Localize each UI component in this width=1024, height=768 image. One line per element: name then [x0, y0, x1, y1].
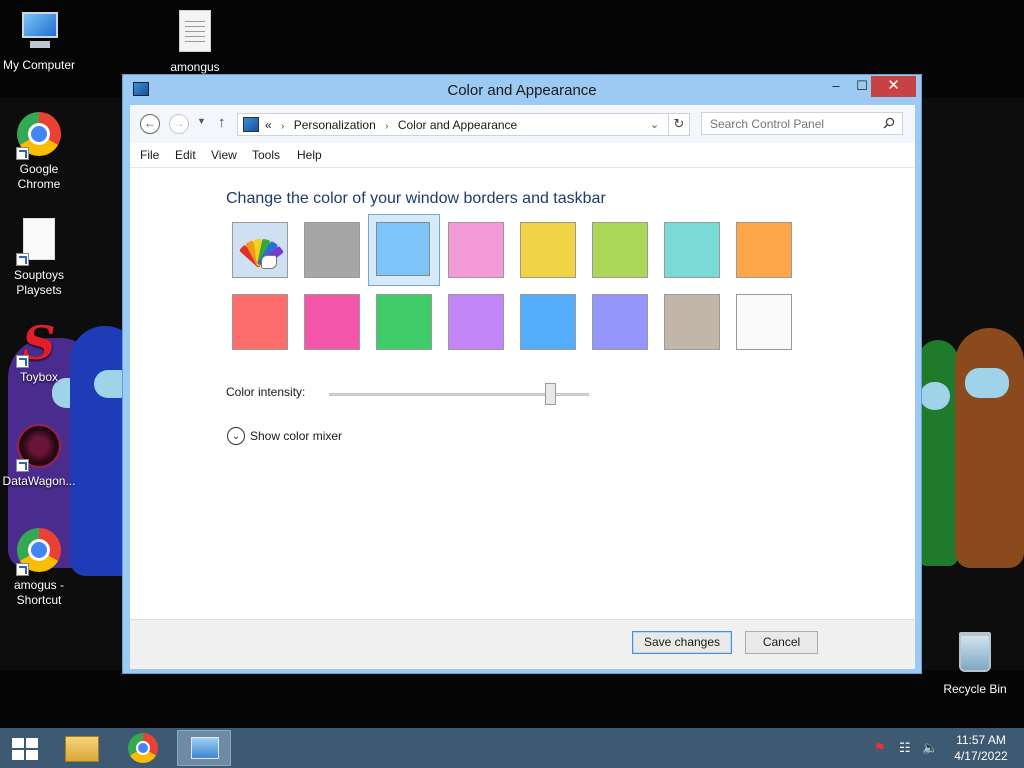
search-icon[interactable]: [883, 117, 895, 132]
show-color-mixer-label: Show color mixer: [250, 429, 343, 443]
color-swatch[interactable]: [448, 222, 504, 278]
desktop-icon-amogus-shortcut[interactable]: amogus - Shortcut: [0, 528, 78, 608]
search-box[interactable]: [701, 112, 903, 135]
address-dropdown-chevron-icon[interactable]: ⌄: [650, 118, 659, 131]
color-swatch[interactable]: [736, 222, 792, 278]
desktop-icon-google-chrome[interactable]: Google Chrome: [0, 112, 78, 192]
color-palette-icon: [239, 233, 284, 269]
shortcut-arrow-icon: [16, 355, 29, 368]
title-bar[interactable]: Color and Appearance – ☐ ✕: [123, 75, 921, 105]
clock-time: 11:57 AM: [956, 733, 1006, 747]
desktop-icon-label: Souptoys Playsets: [13, 268, 65, 297]
desktop-icon-label: Toybox: [19, 370, 59, 384]
color-swatch[interactable]: [592, 294, 648, 350]
color-swatch[interactable]: [520, 222, 576, 278]
breadcrumb-separator[interactable]: ›: [385, 121, 388, 132]
color-swatch[interactable]: [232, 294, 288, 350]
network-icon[interactable]: ☷: [899, 740, 911, 756]
color-swatch[interactable]: [664, 294, 720, 350]
color-and-appearance-window: Color and Appearance – ☐ ✕ ← → ▼ ↑ « › P…: [122, 74, 922, 674]
taskbar-control-panel[interactable]: [177, 730, 231, 766]
desktop-icon-label: amogus - Shortcut: [13, 578, 65, 607]
color-intensity-slider-thumb[interactable]: [545, 383, 556, 405]
recycle-bin-icon: [959, 632, 991, 672]
crewmate-orange-image: [955, 328, 1024, 568]
clock-date: 4/17/2022: [954, 749, 1008, 763]
chrome-icon: [128, 733, 158, 763]
volume-icon[interactable]: 🔈: [922, 740, 938, 756]
up-arrow-button[interactable]: ↑: [218, 114, 226, 131]
color-swatch-fill: [376, 222, 430, 276]
menu-help[interactable]: Help: [297, 148, 322, 162]
color-swatch[interactable]: [304, 222, 360, 278]
taskbar-google-chrome[interactable]: [116, 730, 170, 766]
control-panel-icon: [191, 737, 219, 759]
color-swatch[interactable]: [736, 294, 792, 350]
color-swatch[interactable]: [376, 294, 432, 350]
navigation-bar: ← → ▼ ↑ « › Personalization › Color and …: [130, 105, 915, 143]
taskbar-clock[interactable]: 11:57 AM 4/17/2022: [946, 732, 1016, 764]
desktop-icon-datawagon[interactable]: DataWagon...: [0, 424, 78, 489]
chevron-down-icon: ⌄: [227, 427, 245, 445]
dialog-footer: Save changes Cancel: [130, 619, 915, 669]
breadcrumb: « › Personalization › Color and Appearan…: [265, 118, 517, 132]
shortcut-arrow-icon: [16, 253, 29, 266]
address-bar[interactable]: « › Personalization › Color and Appearan…: [237, 113, 690, 136]
color-swatch[interactable]: [448, 294, 504, 350]
color-swatch[interactable]: [520, 294, 576, 350]
text-file-icon: [179, 10, 211, 52]
search-input[interactable]: [702, 113, 877, 134]
desktop-icon-label: My Computer: [2, 58, 76, 72]
menu-file[interactable]: File: [140, 148, 159, 162]
desktop-icon-my-computer[interactable]: My Computer: [0, 8, 78, 73]
menu-tools[interactable]: Tools: [252, 148, 280, 162]
shortcut-arrow-icon: [16, 563, 29, 576]
computer-icon: [16, 8, 62, 54]
menu-view[interactable]: View: [211, 148, 237, 162]
color-swatch[interactable]: [664, 222, 720, 278]
color-intensity-label: Color intensity:: [226, 385, 306, 399]
shortcut-arrow-icon: [16, 459, 29, 472]
color-settings-panel: Change the color of your window borders …: [130, 167, 915, 619]
breadcrumb-item-color-and-appearance[interactable]: Color and Appearance: [398, 118, 517, 132]
start-button[interactable]: [12, 738, 38, 760]
action-center-flag-icon[interactable]: ⚑: [874, 740, 886, 756]
windows-logo-icon: [12, 738, 24, 748]
save-changes-button[interactable]: Save changes: [632, 631, 732, 654]
desktop-icon-label: amongus: [170, 60, 220, 74]
minimize-button[interactable]: –: [823, 76, 849, 97]
control-panel-icon: [243, 117, 259, 132]
breadcrumb-overflow[interactable]: «: [265, 118, 272, 132]
menu-bar: File Edit View Tools Help: [130, 143, 915, 167]
page-title: Change the color of your window borders …: [226, 190, 606, 207]
taskbar: ⚑ ☷ 🔈 11:57 AM 4/17/2022: [0, 728, 1024, 768]
taskbar-file-explorer[interactable]: [55, 730, 109, 766]
close-button[interactable]: ✕: [871, 76, 916, 97]
shortcut-arrow-icon: [16, 147, 29, 160]
recent-locations-chevron-icon[interactable]: ▼: [197, 116, 206, 126]
color-swatch[interactable]: [592, 222, 648, 278]
color-swatch[interactable]: [304, 294, 360, 350]
desktop-icon-souptoys-playsets[interactable]: Souptoys Playsets: [0, 218, 78, 298]
back-button[interactable]: ←: [140, 114, 160, 134]
color-swatch-selected[interactable]: [368, 214, 440, 286]
desktop-icon-toybox[interactable]: S Toybox: [0, 320, 78, 385]
custom-color-swatch[interactable]: [232, 222, 288, 278]
breadcrumb-item-personalization[interactable]: Personalization: [294, 118, 376, 132]
desktop-icon-label: Recycle Bin: [943, 682, 1007, 696]
menu-edit[interactable]: Edit: [175, 148, 196, 162]
desktop-icon-amongus[interactable]: amongus: [156, 10, 234, 75]
forward-button[interactable]: →: [169, 114, 189, 134]
breadcrumb-separator: ›: [281, 121, 285, 132]
desktop-icon-label: Google Chrome: [17, 162, 61, 191]
refresh-button[interactable]: ↻: [668, 113, 690, 136]
cancel-button[interactable]: Cancel: [745, 631, 818, 654]
window-client: ← → ▼ ↑ « › Personalization › Color and …: [130, 105, 915, 669]
crewmate-green-image: [918, 340, 958, 566]
folder-icon: [65, 736, 99, 762]
desktop-icon-recycle-bin[interactable]: Recycle Bin: [936, 632, 1014, 697]
desktop-icon-label: DataWagon...: [2, 474, 76, 488]
window-title: Color and Appearance: [447, 82, 597, 99]
